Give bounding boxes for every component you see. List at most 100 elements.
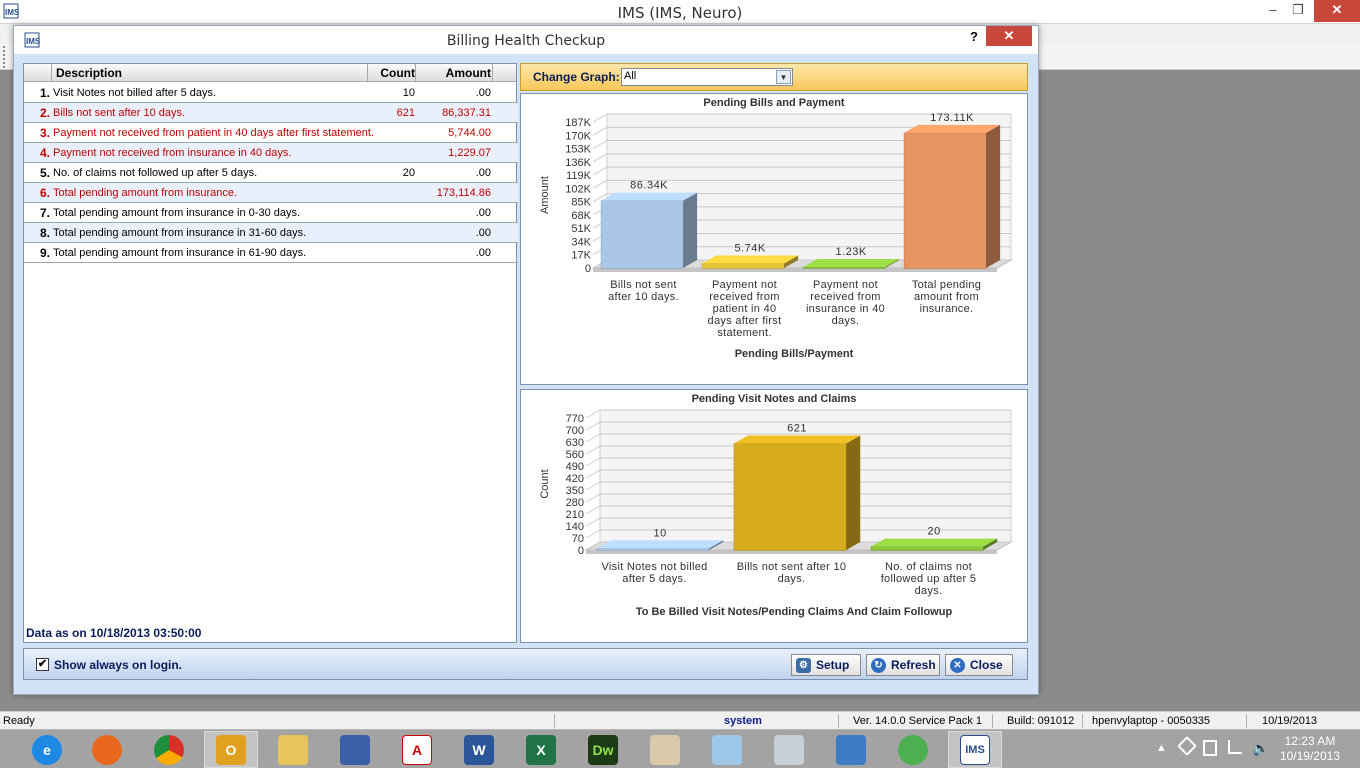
chevron-down-icon[interactable]: ▼ [776, 70, 791, 84]
row-number: 4. [39, 146, 50, 160]
row-number: 3. [39, 126, 50, 140]
x-tick-label: received from [810, 291, 881, 303]
pending-bills-chart: Pending Bills and Payment Amount Pending B… [520, 93, 1028, 385]
dropbox-icon[interactable] [1177, 736, 1197, 756]
table-row[interactable]: 3. Payment not received from patient in 4… [24, 123, 518, 143]
close-button-label: Close [970, 658, 1003, 672]
app-close-button[interactable]: ✕ [1314, 0, 1360, 22]
table-row[interactable]: 5. No. of claims not followed up after 5 … [24, 163, 518, 183]
dialog-title: Billing Health Checkup [446, 33, 606, 49]
dialog-close-button[interactable]: ✕ [986, 26, 1032, 46]
taskbar-excel[interactable]: X [514, 731, 568, 768]
table-row[interactable]: 4. Payment not received from insurance in… [24, 143, 518, 163]
taskbar-calculator[interactable] [762, 731, 816, 768]
dialog-footer: ✔ Show always on login. ⚙ Setup ↻ Refres… [23, 648, 1028, 680]
y-tick-label: 34K [571, 236, 591, 248]
remote-desktop-icon [340, 734, 370, 765]
pending-bills-chart-svg: Pending Bills and Payment Amount Pending B… [539, 97, 1013, 360]
y-tick-label: 68K [571, 210, 591, 222]
bar-top [870, 538, 998, 547]
firefox-icon [92, 734, 122, 765]
table-row[interactable]: 6. Total pending amount from insurance. 17… [24, 183, 518, 203]
table-row[interactable]: 9. Total pending amount from insurance in… [24, 243, 518, 263]
dialog-body: Description Count Amount 1. Visit Notes n… [14, 54, 1038, 694]
header-divider[interactable] [51, 64, 52, 82]
y-tick-label: 490 [566, 461, 584, 473]
volume-icon[interactable]: 🔈 [1252, 740, 1269, 768]
column-header-count[interactable]: Count [368, 66, 415, 80]
y-tick-label: 85K [571, 197, 591, 209]
file-explorer-icon [278, 734, 308, 765]
y-tick-label: 770 [566, 413, 584, 425]
column-header-description[interactable]: Description [56, 66, 122, 80]
table-row[interactable]: 1. Visit Notes not billed after 5 days. 10… [24, 83, 518, 103]
show-always-checkbox[interactable]: ✔ [36, 658, 49, 671]
column-header-amount[interactable]: Amount [416, 66, 491, 80]
help-button[interactable]: ? [966, 29, 982, 47]
row-number: 7. [39, 206, 50, 220]
close-button[interactable]: ✕ Close [945, 654, 1013, 676]
bar-front [903, 132, 987, 269]
change-graph-label: Change Graph: [533, 70, 620, 84]
bar-front [596, 548, 710, 551]
taskbar-clock[interactable]: 12:23 AM 10/19/2013 [1280, 734, 1340, 764]
setup-icon: ⚙ [796, 657, 811, 673]
table-row[interactable]: 8. Total pending amount from insurance in… [24, 223, 518, 243]
taskbar-notepad[interactable] [700, 731, 754, 768]
header-divider[interactable] [492, 64, 493, 82]
taskbar-outlook[interactable]: O [204, 731, 258, 768]
gridline [585, 493, 601, 503]
ie-icon: e [32, 734, 62, 765]
taskbar-ie[interactable]: e [20, 731, 74, 768]
gridline [585, 469, 601, 479]
taskbar-control-panel[interactable] [824, 731, 878, 768]
taskbar-acrobat[interactable]: A [390, 731, 444, 768]
y-tick-label: 210 [566, 509, 584, 521]
taskbar-dragon[interactable] [886, 731, 940, 768]
taskbar-paint[interactable] [638, 731, 692, 768]
data-label: 20 [927, 526, 940, 538]
calculator-icon [774, 734, 804, 765]
battery-icon[interactable] [1203, 740, 1217, 756]
gridline [585, 409, 601, 419]
x-tick-label: insurance in 40 [806, 303, 885, 315]
y-tick-label: 420 [566, 473, 584, 485]
taskbar-dreamweaver[interactable]: Dw [576, 731, 630, 768]
restore-button[interactable]: ❐ [1283, 0, 1313, 22]
row-amount: 1,229.07 [448, 147, 491, 159]
table-row[interactable]: 7. Total pending amount from insurance in… [24, 203, 518, 223]
taskbar-explorer[interactable] [266, 731, 320, 768]
chevron-up-icon[interactable]: ▲ [1156, 742, 1167, 768]
gridline [592, 166, 608, 176]
clock-time: 12:23 AM [1284, 734, 1336, 748]
grid-header: Description Count Amount [24, 64, 516, 82]
taskbar-ims[interactable]: IMS [948, 731, 1002, 768]
y-axis-label: Count [539, 469, 551, 498]
y-tick-label: 153K [565, 144, 591, 156]
taskbar-chrome[interactable] [142, 731, 196, 768]
toolbar-grip[interactable] [3, 46, 9, 68]
taskbar-firefox[interactable] [80, 731, 134, 768]
gridline [585, 517, 601, 527]
taskbar-word[interactable]: W [452, 731, 506, 768]
row-description: Total pending amount from insurance in 6… [53, 247, 307, 259]
taskbar-remote[interactable] [328, 731, 382, 768]
x-tick-label: days. [832, 315, 860, 327]
row-description: Visit Notes not billed after 5 days. [53, 87, 217, 99]
table-row[interactable]: 2. Bills not sent after 10 days. 621 86,337… [24, 103, 518, 123]
billing-grid: Description Count Amount 1. Visit Notes n… [23, 63, 518, 643]
row-number: 6. [39, 186, 50, 200]
bar-side [846, 435, 861, 550]
show-always-label[interactable]: Show always on login. [54, 658, 182, 672]
row-description: Total pending amount from insurance in 3… [53, 227, 307, 239]
status-user: system [724, 715, 762, 727]
y-tick-label: 560 [566, 449, 584, 461]
network-icon[interactable] [1228, 740, 1242, 754]
y-tick-label: 630 [566, 437, 584, 449]
y-tick-label: 700 [566, 425, 584, 437]
change-graph-select[interactable]: All ▼ [621, 68, 793, 86]
row-count: 10 [402, 87, 415, 99]
setup-button[interactable]: ⚙ Setup [791, 654, 861, 676]
bar-front [701, 263, 785, 269]
refresh-button[interactable]: ↻ Refresh [866, 654, 940, 676]
